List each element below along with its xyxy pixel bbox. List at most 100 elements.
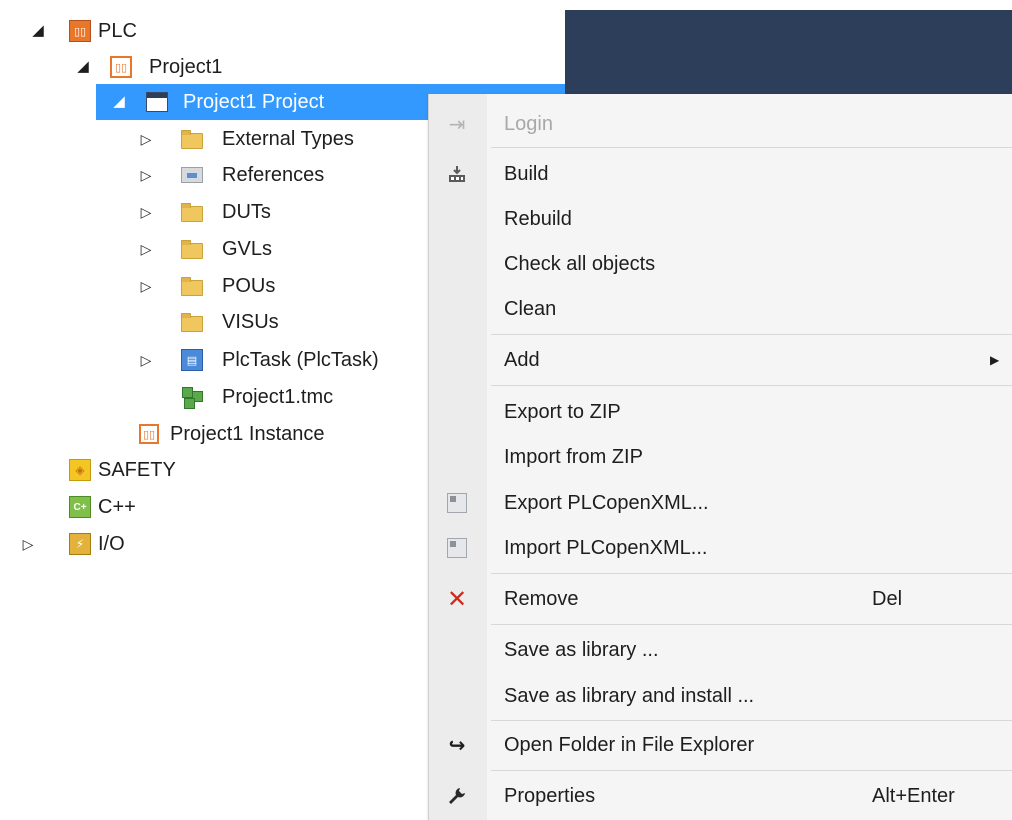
menu-item-label: Import PLCopenXML... (504, 536, 708, 559)
menu-item-add[interactable]: Add ▶ (429, 340, 1012, 380)
tree-item-label: PLC (98, 19, 137, 42)
tree-item-gvls[interactable]: ▷ GVLs (0, 231, 400, 267)
menu-item-remove[interactable]: ✕ Remove Del (429, 579, 1012, 619)
collapsed-arrow-icon[interactable]: ▷ (139, 353, 153, 367)
tree-item-plc[interactable]: ◢ ▯▯ PLC (0, 13, 300, 49)
folder-icon (181, 238, 203, 260)
tree-item-label: DUTs (222, 200, 271, 223)
tree-item-label: Project1 (149, 55, 223, 78)
menu-separator (491, 624, 1012, 625)
task-icon: ▤ (181, 349, 203, 371)
expanded-arrow-icon[interactable]: ◢ (76, 59, 90, 74)
xml-icon (444, 535, 470, 561)
tree-item-label: VISUs (222, 310, 279, 333)
menu-separator (491, 385, 1012, 386)
tree-item-project1-tmc[interactable]: Project1.tmc (0, 379, 400, 415)
menu-separator (491, 334, 1012, 335)
tree-item-visus[interactable]: VISUs (0, 304, 400, 340)
references-icon (181, 164, 203, 186)
menu-item-build[interactable]: Build (429, 154, 1012, 194)
tree-item-label: POUs (222, 274, 276, 297)
io-icon: ⚡ (69, 533, 91, 555)
tree-item-references[interactable]: ▷ References (0, 157, 400, 193)
tree-item-duts[interactable]: ▷ DUTs (0, 194, 400, 230)
menu-item-label: Login (504, 112, 553, 135)
tree-item-label: Project1.tmc (222, 385, 334, 408)
menu-item-label: Add (504, 348, 540, 371)
tree-item-label: SAFETY (98, 458, 176, 481)
redo-arrow-icon: ↪ (448, 734, 466, 757)
safety-icon: ◈ (69, 459, 91, 481)
menu-item-clean[interactable]: Clean (429, 289, 1012, 329)
collapsed-arrow-icon[interactable]: ▷ (139, 242, 153, 256)
build-icon (444, 161, 470, 187)
plc-project-icon: ▯▯ (110, 56, 132, 78)
menu-item-label: Properties (504, 784, 596, 807)
menu-item-import-plcopenxml[interactable]: Import PLCopenXML... (429, 528, 1012, 568)
menu-item-label: Import from ZIP (504, 445, 643, 468)
expanded-arrow-icon[interactable]: ◢ (112, 94, 126, 109)
menu-separator (491, 720, 1012, 721)
submenu-arrow-icon: ▶ (990, 353, 1000, 367)
tmc-icon (181, 386, 203, 409)
tree-item-safety[interactable]: ◈ SAFETY (0, 452, 300, 488)
menu-item-export-zip[interactable]: Export to ZIP (429, 392, 1012, 432)
menu-item-check-all-objects[interactable]: Check all objects (429, 244, 1012, 284)
menu-item-label: Export to ZIP (504, 400, 621, 423)
tree-item-project1[interactable]: ◢ ▯▯ Project1 (0, 49, 300, 85)
menu-item-open-folder[interactable]: ↪ Open Folder in File Explorer (429, 725, 1012, 765)
context-menu: ⇥ Login Build Rebuild Check all objects … (428, 94, 1012, 820)
menu-item-login[interactable]: ⇥ Login (429, 104, 1012, 144)
menu-item-label: Export PLCopenXML... (504, 491, 709, 514)
menu-item-save-as-library-and-install[interactable]: Save as library and install ... (429, 676, 1012, 716)
collapsed-arrow-icon[interactable]: ▷ (139, 132, 153, 146)
xml-icon (444, 490, 470, 516)
tree-item-label: GVLs (222, 237, 273, 260)
collapsed-arrow-icon[interactable]: ▷ (139, 205, 153, 219)
menu-item-export-plcopenxml[interactable]: Export PLCopenXML... (429, 483, 1012, 523)
tree-item-label: External Types (222, 127, 354, 150)
plc-instance-icon: ▯▯ (138, 423, 160, 445)
folder-icon (181, 275, 203, 297)
collapsed-arrow-icon[interactable]: ▷ (139, 168, 153, 182)
menu-separator (491, 573, 1012, 574)
menu-item-properties[interactable]: Properties Alt+Enter (429, 776, 1012, 816)
menu-item-save-as-library[interactable]: Save as library ... (429, 630, 1012, 670)
menu-item-label: Save as library ... (504, 638, 659, 661)
remove-x-icon: ✕ (446, 585, 468, 613)
menu-item-import-zip[interactable]: Import from ZIP (429, 437, 1012, 477)
tree-item-label: Project1 Instance (170, 422, 325, 445)
menu-item-rebuild[interactable]: Rebuild (429, 199, 1012, 239)
menu-item-shortcut: Del (872, 587, 903, 610)
menu-item-label: Build (504, 162, 549, 185)
login-icon: ⇥ (448, 113, 466, 136)
collapsed-arrow-icon[interactable]: ▷ (21, 537, 35, 551)
menu-item-label: Check all objects (504, 252, 656, 275)
expanded-arrow-icon[interactable]: ◢ (31, 23, 45, 38)
tree-item-plctask[interactable]: ▷ ▤ PlcTask (PlcTask) (0, 342, 420, 378)
folder-icon (181, 128, 203, 150)
menu-item-label: Clean (504, 297, 557, 320)
menu-item-label: Remove (504, 587, 579, 610)
tree-item-io[interactable]: ▷ ⚡ I/O (0, 526, 300, 562)
wrench-icon (444, 783, 470, 809)
menu-item-shortcut: Alt+Enter (872, 784, 955, 807)
menu-item-label: Rebuild (504, 207, 572, 230)
tree-item-label: References (222, 163, 325, 186)
menu-separator (491, 770, 1012, 771)
plc-icon: ▯▯ (69, 20, 91, 42)
tree-item-external-types[interactable]: ▷ External Types (0, 121, 400, 157)
tree-item-label: I/O (98, 532, 125, 555)
tree-item-cpp[interactable]: C+ C++ (0, 489, 300, 525)
collapsed-arrow-icon[interactable]: ▷ (139, 279, 153, 293)
cpp-icon: C+ (69, 496, 91, 518)
menu-item-label: Open Folder in File Explorer (504, 733, 755, 756)
tree-item-pous[interactable]: ▷ POUs (0, 268, 400, 304)
tree-item-project1-instance[interactable]: ▯▯ Project1 Instance (0, 416, 400, 452)
project-icon (146, 91, 168, 113)
menu-separator (491, 147, 1012, 148)
folder-icon (181, 201, 203, 223)
dark-header-panel (565, 10, 1012, 94)
menu-item-label: Save as library and install ... (504, 684, 755, 707)
tree-item-label: PlcTask (PlcTask) (222, 348, 379, 371)
